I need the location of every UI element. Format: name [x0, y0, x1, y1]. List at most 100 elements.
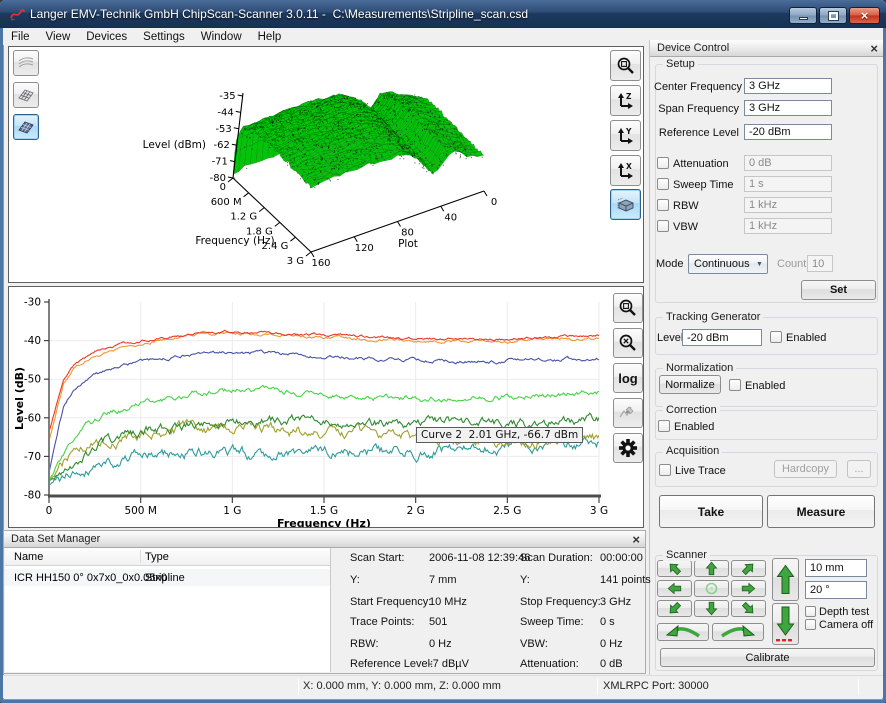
scanner-legend: Scanner [663, 549, 710, 561]
status-bar: X: 0.000 mm, Y: 0.000 mm, Z: 0.000 mm XM… [3, 675, 883, 698]
zoom-reset-icon [617, 332, 639, 354]
dataset-row[interactable]: ICR HH150 0° 0x7x0_0x0.05x0 Stripline [5, 569, 330, 586]
set-button[interactable]: Set [801, 280, 876, 300]
rotation-angle-field[interactable] [805, 581, 867, 599]
dataset-list-header[interactable]: Name Type [5, 548, 330, 566]
gear-icon [617, 437, 639, 459]
menu-item-settings[interactable]: Settings [135, 30, 193, 44]
move-right-button[interactable] [731, 580, 766, 597]
depth-test-checkbox[interactable] [805, 606, 816, 617]
svg-text:2.5 G: 2.5 G [493, 505, 521, 517]
mode-dropdown[interactable]: Continuous ▼ [688, 254, 768, 274]
axis-y-button[interactable]: Y [610, 120, 641, 151]
menu-item-devices[interactable]: Devices [78, 30, 135, 44]
scanner-arrow-icon [696, 581, 727, 596]
title-bar[interactable]: Langer EMV-Technik GmbH ChipScan-Scanner… [0, 0, 886, 28]
correction-enabled-checkbox[interactable] [658, 420, 670, 432]
svg-text:160: 160 [311, 258, 330, 269]
rotate-cw-button[interactable] [712, 623, 764, 641]
home-position-button[interactable] [694, 580, 729, 597]
sweep-time-field [744, 176, 832, 192]
column-type[interactable]: Type [145, 551, 169, 563]
normalize-button[interactable]: Normalize [659, 375, 721, 394]
axis-x-button[interactable]: X [610, 155, 641, 186]
vbw-checkbox[interactable] [657, 220, 669, 232]
rbw-checkbox[interactable] [657, 199, 669, 211]
z-up-button[interactable] [772, 558, 799, 601]
camera-off-checkbox[interactable] [805, 619, 816, 630]
scanner-arrow-icon [774, 604, 797, 644]
tg-level-field[interactable] [682, 329, 762, 346]
move-down-button[interactable] [694, 600, 729, 617]
column-divider[interactable] [140, 550, 141, 563]
detail-value: 141 points [600, 574, 651, 586]
solid-surface-icon [16, 117, 36, 137]
tg-enabled-checkbox[interactable] [770, 331, 782, 343]
svg-text:0: 0 [491, 197, 497, 208]
axis-x-icon: X [615, 160, 637, 182]
rotate-ccw-button[interactable] [657, 623, 709, 641]
log-scale-button[interactable]: log [613, 363, 643, 393]
svg-text:-80: -80 [24, 490, 41, 502]
svg-text:Plot: Plot [398, 238, 418, 250]
scanner-arrow-icon [659, 581, 690, 596]
calibrate-button[interactable]: Calibrate [660, 648, 875, 667]
move-down-right-button[interactable] [731, 600, 766, 617]
view-lines-button[interactable] [13, 50, 39, 76]
reference-level-field[interactable] [744, 124, 832, 140]
svg-text:Frequency (Hz): Frequency (Hz) [195, 235, 274, 247]
view-surface-button[interactable] [13, 114, 39, 140]
scanner-arrow-icon [733, 561, 764, 576]
move-up-button[interactable] [694, 560, 729, 577]
z-down-button[interactable] [772, 603, 799, 645]
plot3d-zoom-button[interactable] [610, 50, 641, 81]
sweep-time-checkbox[interactable] [657, 178, 669, 190]
maximize-button[interactable] [819, 7, 847, 24]
measure-button[interactable]: Measure [767, 495, 875, 528]
step-size-field[interactable] [805, 559, 867, 577]
dataset-list[interactable]: Name Type ICR HH150 0° 0x7x0_0x0.05x0 St… [5, 548, 331, 672]
plot2d-zoom-in-button[interactable] [613, 293, 643, 323]
column-name[interactable]: Name [14, 551, 43, 563]
plot2d-spectrum-chart[interactable]: -30-40-50-60-70-800500 M1 G1.5 G2 G2.5 G… [9, 287, 643, 527]
live-trace-checkbox[interactable] [659, 464, 671, 476]
setup-legend: Setup [663, 58, 698, 70]
vbw-field [744, 218, 832, 234]
dataset-manager-close-icon[interactable]: × [632, 532, 640, 547]
center-frequency-field[interactable] [744, 78, 832, 94]
svg-text:-30: -30 [24, 297, 41, 309]
curve-pick-icon [617, 402, 639, 424]
curve-pick-button[interactable] [613, 398, 643, 428]
span-frequency-field[interactable] [744, 100, 832, 116]
svg-text:80: 80 [401, 228, 414, 239]
menu-item-file[interactable]: File [3, 30, 38, 44]
move-up-left-button[interactable] [657, 560, 692, 577]
menu-item-help[interactable]: Help [250, 30, 290, 44]
menu-item-window[interactable]: Window [193, 30, 250, 44]
scanner-arrow-icon [733, 601, 764, 616]
attenuation-checkbox[interactable] [657, 157, 669, 169]
take-button[interactable]: Take [659, 495, 763, 528]
normalization-enabled-checkbox[interactable] [729, 379, 741, 391]
device-control-close-icon[interactable]: × [870, 41, 878, 56]
move-up-right-button[interactable] [731, 560, 766, 577]
menu-item-view[interactable]: View [38, 30, 79, 44]
svg-text:-62: -62 [214, 140, 230, 151]
hardcopy-more-button: ... [847, 460, 871, 478]
detail-value: 00:00:00 [600, 552, 643, 564]
zoom-in-icon [617, 297, 639, 319]
move-down-left-button[interactable] [657, 600, 692, 617]
plot2d-zoom-reset-button[interactable] [613, 328, 643, 358]
view-3d-button[interactable] [610, 189, 641, 220]
plot2d-settings-button[interactable] [613, 433, 643, 463]
axis-z-button[interactable]: Z [610, 85, 641, 116]
detail-value: 3 GHz [600, 596, 631, 608]
minimize-button[interactable] [789, 7, 817, 24]
svg-text:3 G: 3 G [590, 505, 608, 517]
tg-enabled-label: Enabled [786, 332, 826, 344]
move-left-button[interactable] [657, 580, 692, 597]
view-wireframe-button[interactable] [13, 82, 39, 108]
close-button[interactable]: × [849, 7, 880, 24]
scan-details: Scan Start:2006-11-08 12:39:46Scan Durat… [332, 548, 645, 673]
plot3d-surface-chart[interactable]: -35-44-53-62-71-80Level (dBm)0600 M1.2 G… [9, 47, 643, 282]
